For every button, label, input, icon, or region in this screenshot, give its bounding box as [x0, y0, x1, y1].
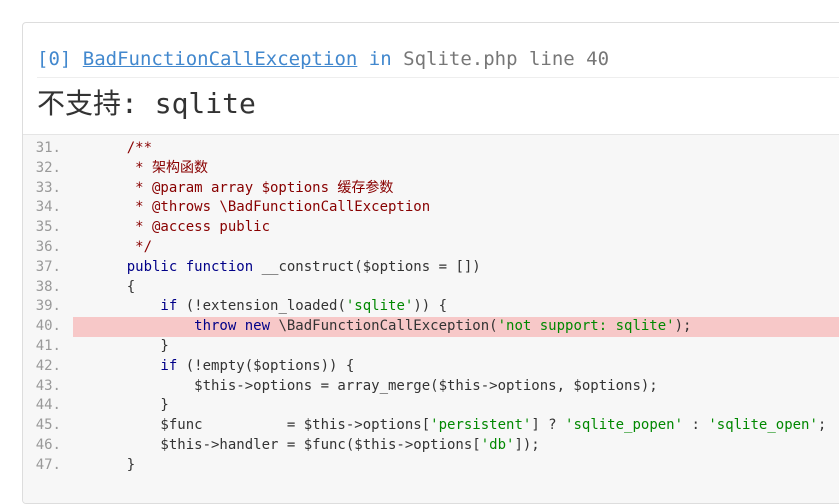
code-token: 'not support: sqlite': [497, 318, 675, 335]
code-line: 32. * 架构函数: [23, 159, 839, 179]
code-line: 46. $this->handler = $func($this->option…: [23, 436, 839, 456]
code-line: 33. * @param array $options 缓存参数: [23, 179, 839, 199]
code-token: 'sqlite_popen': [565, 417, 684, 434]
code-token: []): [455, 258, 481, 275]
code-text: }: [73, 456, 839, 476]
file-name: Sqlite.php: [403, 48, 518, 70]
code-token: */: [93, 238, 153, 255]
code-token: __construct($options =: [253, 258, 456, 275]
code-line: 35. * @access public: [23, 218, 839, 238]
exception-index: [0]: [37, 48, 72, 70]
code-line: 41. }: [23, 337, 839, 357]
line-number: 46.: [35, 436, 61, 453]
code-text: $func = $this->options['persistent'] ? '…: [73, 416, 839, 436]
source-code-view: 31. /** 32. * 架构函数 33. * @param array $opt…: [23, 135, 839, 503]
exception-panel: [0] BadFunctionCallException in Sqlite.p…: [22, 22, 839, 504]
code-token: ]);: [514, 436, 540, 453]
code-text: $this->options = array_merge($this->opti…: [73, 377, 839, 397]
code-text: */: [73, 238, 839, 258]
code-token: * @param array $options 缓存参数: [93, 179, 394, 196]
code-text: public function __construct($options = […: [73, 258, 839, 278]
code-text: if (!extension_loaded('sqlite')) {: [73, 297, 839, 317]
line-number: 38.: [35, 278, 61, 295]
code-token: 'persistent': [430, 417, 532, 434]
code-line: 36. */: [23, 238, 839, 258]
line-number: 47.: [35, 456, 61, 473]
code-text: * 架构函数: [73, 159, 839, 179]
code-token: throw new: [93, 318, 271, 335]
code-token: public function: [93, 258, 254, 275]
code-token: :: [683, 417, 709, 434]
code-token: (!extension_loaded(: [177, 298, 346, 315]
exception-info: [0] BadFunctionCallException in Sqlite.p…: [23, 23, 839, 135]
code-token: {: [93, 278, 136, 295]
code-token: ] ?: [531, 417, 566, 434]
code-line: 38. {: [23, 278, 839, 298]
code-text: {: [73, 278, 839, 298]
code-text: * @param array $options 缓存参数: [73, 179, 839, 199]
code-token: $this->handler = $func($this->options[: [93, 436, 481, 453]
code-token: /**: [93, 140, 153, 156]
line-number: 37.: [35, 258, 61, 275]
line-number: 41.: [35, 337, 61, 354]
code-line: 39. if (!extension_loaded('sqlite')) {: [23, 297, 839, 317]
code-line-highlighted: 40. throw new \BadFunctionCallException(…: [23, 317, 839, 337]
code-token: \BadFunctionCallException(: [270, 318, 498, 335]
code-token: 'sqlite': [345, 298, 414, 315]
code-token: ;: [817, 417, 827, 434]
code-line: 31. /**: [23, 139, 839, 159]
code-text: }: [73, 337, 839, 357]
line-number: 43.: [35, 377, 61, 394]
line-number: 39.: [35, 298, 61, 315]
code-token: }: [93, 337, 169, 354]
code-line: 44. }: [23, 396, 839, 416]
exception-message: 不支持: sqlite: [37, 87, 256, 120]
exception-class-link[interactable]: BadFunctionCallException: [83, 48, 358, 70]
line-number: 44.: [35, 397, 61, 414]
code-token: $this->options = array_merge($this->opti…: [93, 377, 658, 394]
code-text: /**: [73, 139, 839, 159]
code-token: (!empty($options)) {: [177, 357, 355, 374]
code-text: if (!empty($options)) {: [73, 357, 839, 377]
line-number: 40.: [35, 318, 61, 335]
code-token: }: [93, 397, 169, 414]
line-label: line 40: [528, 48, 610, 70]
line-number: 32.: [35, 159, 61, 176]
line-number: 34.: [35, 199, 61, 216]
code-text: }: [73, 396, 839, 416]
in-word: in: [368, 48, 392, 70]
code-token: 'sqlite_open': [708, 417, 818, 434]
exception-location: [0] BadFunctionCallException in Sqlite.p…: [37, 23, 839, 78]
code-text: throw new \BadFunctionCallException('not…: [73, 317, 839, 337]
code-line: 43. $this->options = array_merge($this->…: [23, 377, 839, 397]
code-text: * @throws \BadFunctionCallException: [73, 198, 839, 218]
code-line: 37. public function __construct($options…: [23, 258, 839, 278]
line-number: 31.: [35, 140, 61, 156]
code-line: 42. if (!empty($options)) {: [23, 357, 839, 377]
code-token: $func = $this->options[: [93, 417, 431, 434]
line-number: 42.: [35, 357, 61, 374]
code-token: * @access public: [93, 219, 271, 236]
code-token: if: [93, 298, 178, 315]
line-number: 35.: [35, 219, 61, 236]
code-token: );: [674, 318, 692, 335]
line-number: 33.: [35, 179, 61, 196]
code-text: $this->handler = $func($this->options['d…: [73, 436, 839, 456]
code-token: }: [93, 456, 136, 473]
line-number: 36.: [35, 238, 61, 255]
code-token: * 架构函数: [93, 159, 209, 176]
line-number: 45.: [35, 417, 61, 434]
code-token: )) {: [413, 298, 448, 315]
code-token: * @throws \BadFunctionCallException: [93, 199, 431, 216]
code-token: if: [93, 357, 178, 374]
code-text: * @access public: [73, 218, 839, 238]
code-line: 45. $func = $this->options['persistent']…: [23, 416, 839, 436]
code-line: 47. }: [23, 456, 839, 476]
code-line: 34. * @throws \BadFunctionCallException: [23, 198, 839, 218]
code-token: 'db': [480, 436, 515, 453]
